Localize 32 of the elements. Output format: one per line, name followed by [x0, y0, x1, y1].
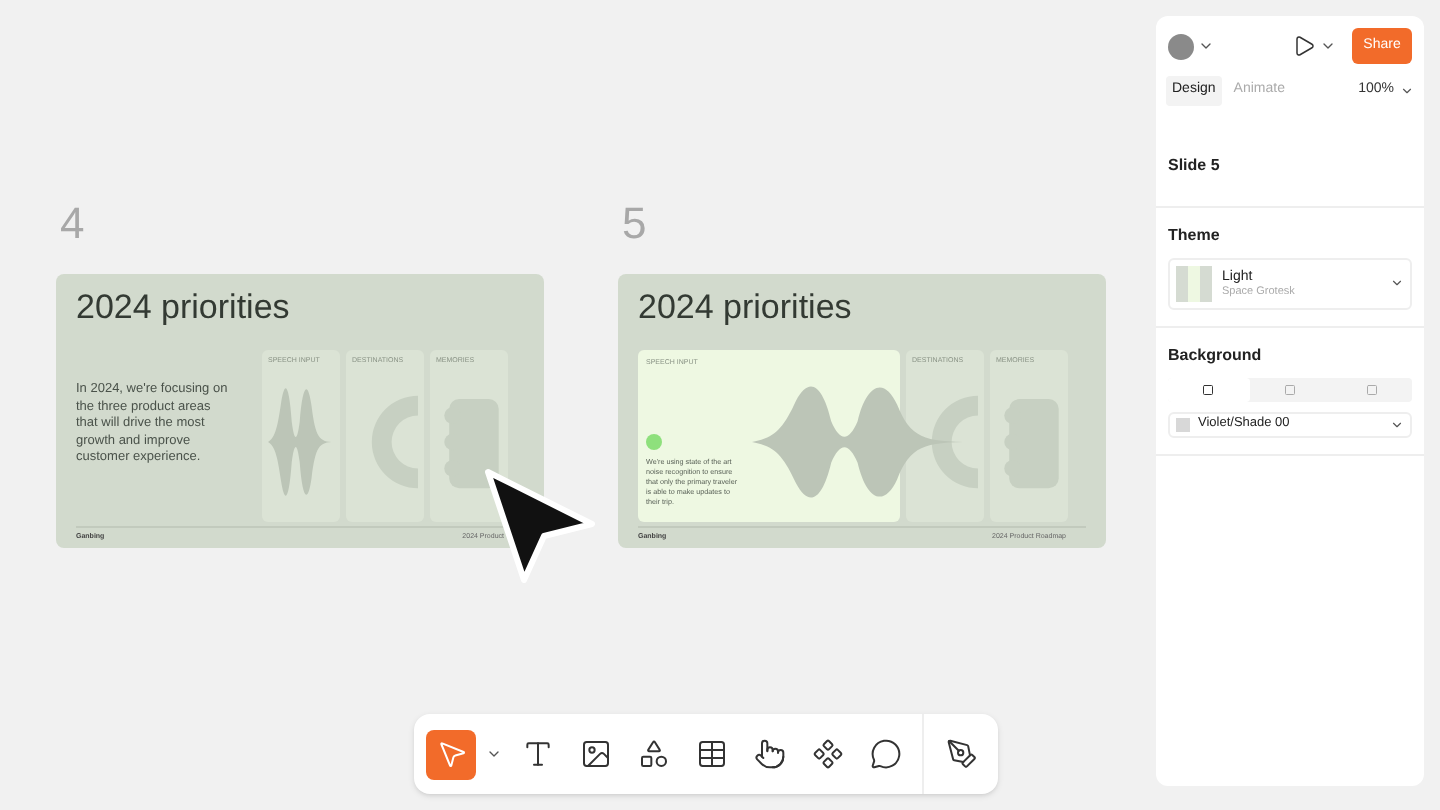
pointer-icon — [435, 738, 467, 770]
image-icon — [579, 738, 611, 770]
caret-icon[interactable] — [1400, 83, 1414, 98]
slide-title: 2024 priorities — [638, 288, 854, 328]
play-icon[interactable] — [1292, 34, 1316, 58]
text-icon — [521, 738, 553, 770]
caret-icon[interactable] — [1320, 38, 1336, 54]
caret-icon — [1390, 276, 1404, 290]
section-heading: Background — [1168, 343, 1264, 367]
fill-icon — [1202, 383, 1215, 395]
section-heading: Theme — [1168, 223, 1222, 247]
microphone-icon — [646, 434, 662, 450]
shapes-icon — [637, 738, 669, 770]
tap-icon — [753, 738, 785, 770]
pen-icon — [945, 738, 977, 770]
comment-icon — [869, 738, 901, 770]
fill-icon — [1284, 383, 1296, 395]
avatar[interactable] — [1168, 33, 1194, 59]
color-swatch — [1176, 417, 1190, 431]
cursor-icon — [480, 464, 600, 588]
caret-icon[interactable] — [1198, 38, 1214, 54]
slide-number: 5 — [620, 202, 649, 246]
slide-name: Slide 5 — [1168, 155, 1220, 173]
caret-icon — [1390, 417, 1404, 431]
theme-swatch-icon — [1176, 265, 1212, 301]
fill-icon — [1365, 383, 1378, 395]
slide-title: 2024 priorities — [76, 288, 292, 328]
slide-thumbnail[interactable] — [618, 274, 1106, 548]
table-icon — [695, 738, 727, 770]
slide-number: 4 — [58, 202, 87, 246]
component-icon — [811, 738, 843, 770]
caret-icon[interactable] — [486, 746, 502, 762]
